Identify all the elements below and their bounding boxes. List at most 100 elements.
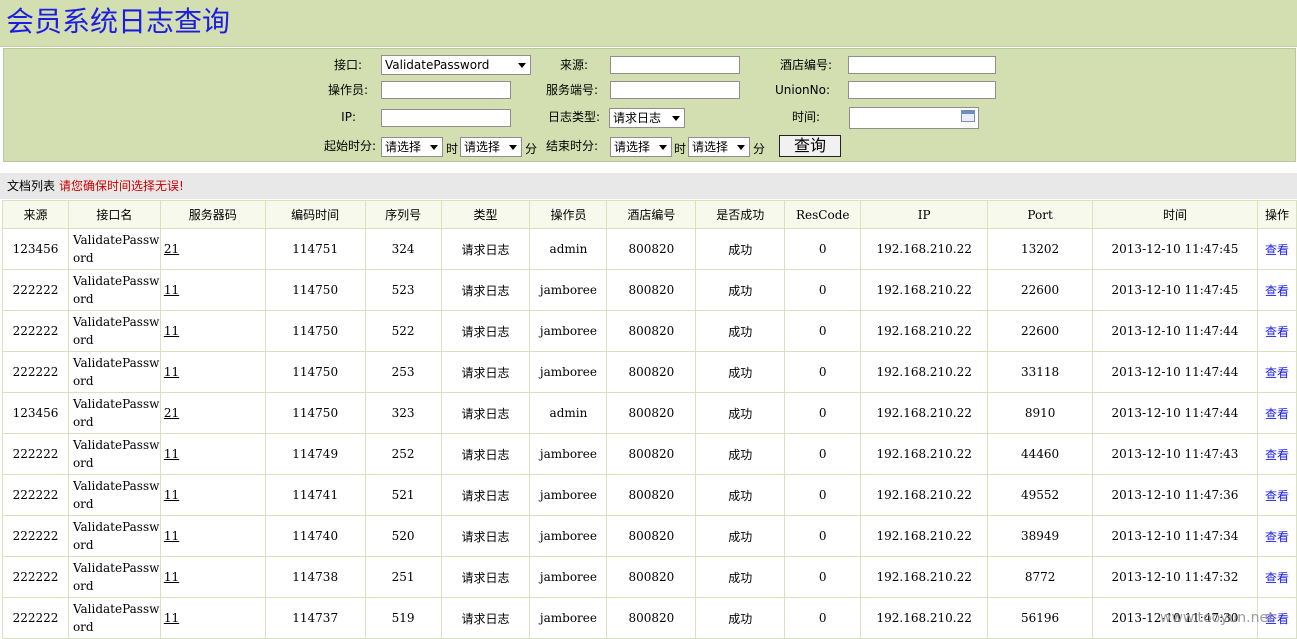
view-link[interactable]: 查看 [1265,325,1289,339]
interface-select[interactable]: ValidatePassword [381,55,531,75]
minute-unit: 分 [525,142,538,156]
cell-hotel-no: 800820 [606,310,697,352]
cell-operator: admin [529,392,608,434]
cell-action: 查看 [1256,474,1297,516]
interface-select-value: ValidatePassword [385,58,490,72]
hotel-no-label: 酒店编号: [779,58,832,72]
cell-server-code: 11 [159,433,266,475]
cell-port: 22600 [987,310,1094,352]
end-time-label: 结束时分: [545,139,598,153]
view-link[interactable]: 查看 [1265,243,1289,257]
cell-server-code: 11 [159,515,266,557]
server-code-link[interactable]: 11 [164,488,179,502]
cell-sequence: 521 [364,474,442,516]
column-header-server-code: 服务器码 [159,200,266,229]
operator-input[interactable] [381,81,511,99]
cell-sequence: 519 [364,597,442,639]
cell-sequence: 522 [364,310,442,352]
cell-source: 123456 [2,228,69,270]
cell-time: 2013-12-10 11:47:44 [1092,392,1258,434]
list-title: 文档列表 [7,179,56,193]
end-minute-select[interactable]: 请选择 [688,137,750,157]
view-link[interactable]: 查看 [1265,284,1289,298]
query-button[interactable]: 查询 [779,135,841,157]
view-link[interactable]: 查看 [1265,407,1289,421]
cell-action: 查看 [1256,228,1297,270]
cell-type: 请求日志 [440,269,531,311]
server-code-link[interactable]: 11 [164,447,179,461]
cell-api-name: ValidatePassword [67,515,161,557]
view-link[interactable]: 查看 [1265,571,1289,585]
cell-port: 13202 [987,228,1094,270]
chevron-down-icon [659,145,667,150]
start-hour-select[interactable]: 请选择 [381,137,443,157]
cell-port: 49552 [987,474,1094,516]
view-link[interactable]: 查看 [1265,448,1289,462]
server-code-link[interactable]: 11 [164,611,179,625]
cell-port: 44460 [987,433,1094,475]
column-header-code-time: 编码时间 [264,200,366,229]
table-row: 222222 ValidatePassword 11 114741 521 请求日志 jam… [2,474,1297,516]
cell-sequence: 252 [364,433,442,475]
cell-server-code: 11 [159,556,266,598]
table-row: 123456 ValidatePassword 21 114750 323 请求日志 adm… [2,392,1297,434]
cell-api-name: ValidatePassword [67,392,161,434]
server-code-link[interactable]: 21 [164,406,179,420]
cell-source: 123456 [2,392,69,434]
ip-input[interactable] [381,109,511,127]
service-port-label: 服务端号: [545,83,598,97]
cell-api-name: ValidatePassword [67,474,161,516]
time-input[interactable] [849,107,979,129]
start-minute-select[interactable]: 请选择 [460,137,522,157]
cell-source: 222222 [2,269,69,311]
cell-rescode: 0 [784,310,862,352]
cell-rescode: 0 [784,351,862,393]
view-link[interactable]: 查看 [1265,530,1289,544]
column-header-success: 是否成功 [695,200,786,229]
column-header-api-name: 接口名 [67,200,161,229]
table-row: 222222 ValidatePassword 11 114750 522 请求日志 jam… [2,310,1297,352]
cell-hotel-no: 800820 [606,351,697,393]
calendar-icon[interactable] [961,110,975,122]
table-row: 123456 ValidatePassword 21 114751 324 请求日志 adm… [2,228,1297,270]
server-code-link[interactable]: 11 [164,365,179,379]
cell-api-name: ValidatePassword [67,433,161,475]
service-port-input[interactable] [610,81,740,99]
table-row: 222222 ValidatePassword 11 114749 252 请求日志 jam… [2,433,1297,475]
cell-sequence: 253 [364,351,442,393]
cell-server-code: 11 [159,351,266,393]
cell-type: 请求日志 [440,433,531,475]
column-header-time: 时间 [1092,200,1258,229]
start-time-label: 起始时分: [323,139,376,153]
source-input[interactable] [610,56,740,74]
server-code-link[interactable]: 11 [164,570,179,584]
view-link[interactable]: 查看 [1265,489,1289,503]
cell-code-time: 114741 [264,474,366,516]
time-warning: 请您确保时间选择无误! [59,179,184,193]
hotel-no-input[interactable] [848,56,996,74]
cell-type: 请求日志 [440,597,531,639]
column-header-ip: IP [860,200,989,229]
table-row: 222222 ValidatePassword 11 114750 253 请求日志 jam… [2,351,1297,393]
cell-ip: 192.168.210.22 [860,351,989,393]
cell-type: 请求日志 [440,310,531,352]
cell-server-code: 11 [159,310,266,352]
server-code-link[interactable]: 11 [164,529,179,543]
server-code-link[interactable]: 11 [164,283,179,297]
cell-success: 成功 [695,597,786,639]
server-code-link[interactable]: 11 [164,324,179,338]
server-code-link[interactable]: 21 [164,242,179,256]
cell-rescode: 0 [784,269,862,311]
cell-source: 222222 [2,351,69,393]
cell-time: 2013-12-10 11:47:34 [1092,515,1258,557]
unionno-input[interactable] [848,81,996,99]
end-hour-select[interactable]: 请选择 [610,137,672,157]
cell-type: 请求日志 [440,556,531,598]
view-link[interactable]: 查看 [1265,366,1289,380]
cell-success: 成功 [695,556,786,598]
hour-unit: 时 [446,142,459,156]
cell-port: 8910 [987,392,1094,434]
log-type-select[interactable]: 请求日志 [609,108,685,128]
cell-success: 成功 [695,351,786,393]
cell-operator: jamboree [529,269,608,311]
